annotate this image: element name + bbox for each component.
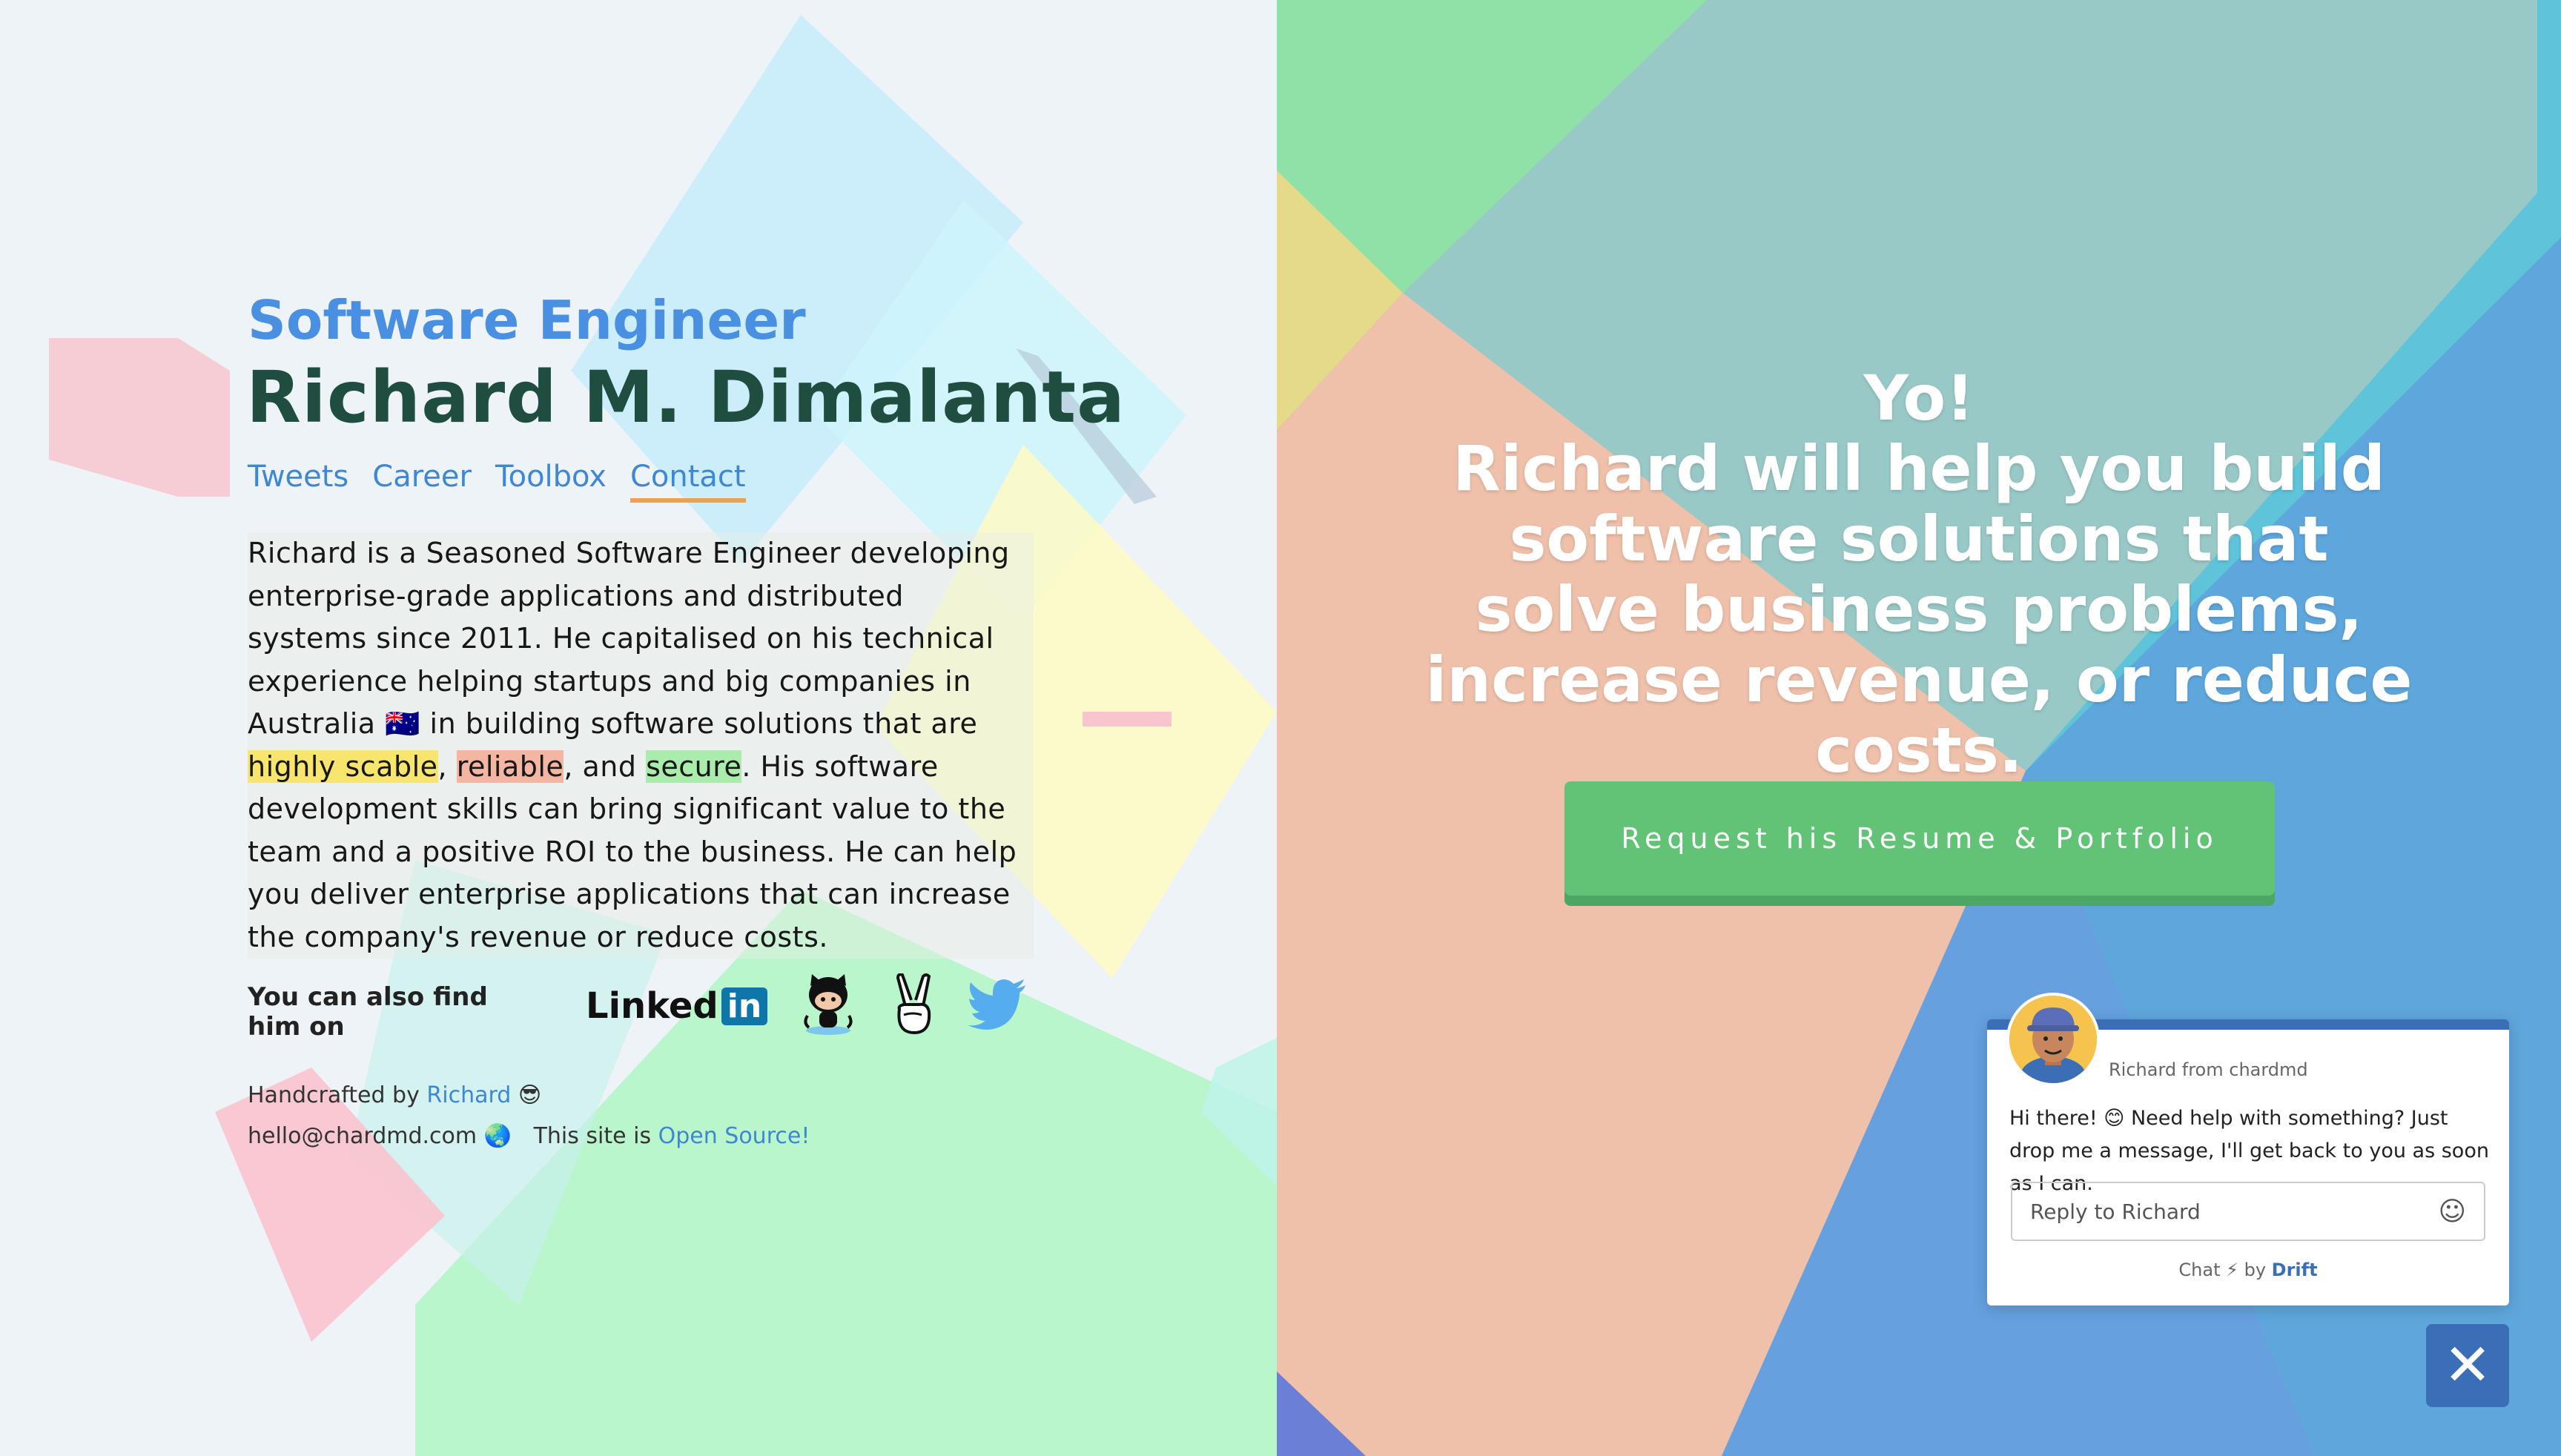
richard-link[interactable]: Richard [426,1082,511,1108]
social-links: Linked in [586,971,1027,1041]
chat-reply-placeholder: Reply to Richard [2030,1199,2201,1224]
hero-greeting: Yo! [1863,362,1975,434]
opensource-prefix: This site is [533,1123,658,1149]
close-chat-button[interactable]: ✕ [2426,1324,2509,1407]
chat-powered-by: Chat ⚡ by Drift [1987,1260,2509,1280]
bio-paragraph: Richard is a Seasoned Software Engineer … [248,532,1034,959]
hero-headline: Yo! Richard will help you build software… [1277,363,2561,786]
highlight-scalable: highly scable [248,749,438,783]
handcrafted-prefix: Handcrafted by [248,1082,427,1108]
linkedin-link[interactable]: Linked in [586,985,768,1027]
highlight-reliable: reliable [456,749,564,783]
linkedin-in-icon: in [721,987,768,1025]
request-resume-button[interactable]: Request his Resume & Portfolio [1564,781,2275,896]
drift-link[interactable]: Drift [2272,1260,2318,1280]
emoji-icon[interactable]: ☺ [2438,1197,2466,1227]
sunglasses-emoji: 😎 [511,1082,542,1108]
find-him-label: You can also find him on [248,982,488,1042]
nav-contact[interactable]: Contact [629,460,746,503]
email-text[interactable]: hello@chardmd.com 🌏 [248,1123,512,1149]
left-panel: Software Engineer Richard M. Dimalanta T… [0,0,1277,1456]
main-nav: Tweets Career Toolbox Contact [248,460,746,503]
nav-career[interactable]: Career [372,460,472,503]
chat-reply-input[interactable]: Reply to Richard ☺ [2011,1182,2485,1241]
github-octocat-icon[interactable] [799,971,858,1041]
contact-line: hello@chardmd.com 🌏 This site is Open So… [248,1123,810,1149]
nav-tweets[interactable]: Tweets [248,460,348,503]
highlight-secure: secure [646,749,742,783]
chat-footer-prefix: Chat ⚡ by [2178,1260,2272,1280]
close-icon: ✕ [2443,1332,2492,1399]
chat-widget: Richard from chardmd Hi there! 😊 Need he… [1987,993,2509,1306]
job-title: Software Engineer [248,289,806,351]
hero-tagline: Richard will help you build software sol… [1425,432,2413,787]
peace-hand-icon[interactable] [889,973,936,1039]
nav-toolbox[interactable]: Toolbox [495,460,607,503]
avatar [2006,993,2100,1086]
handcrafted-line: Handcrafted by Richard 😎 [248,1082,541,1108]
bio-sep-1: , [437,749,457,783]
opensource-link[interactable]: Open Source! [658,1123,810,1149]
bio-text-1: Richard is a Seasoned Software Engineer … [248,537,1010,740]
bio-sep-2: , and [564,749,647,783]
twitter-bird-icon[interactable] [968,979,1027,1033]
person-name: Richard M. Dimalanta [246,356,1126,439]
chat-sender: Richard from chardmd [2109,1059,2308,1080]
linkedin-text: Linked [586,985,718,1027]
